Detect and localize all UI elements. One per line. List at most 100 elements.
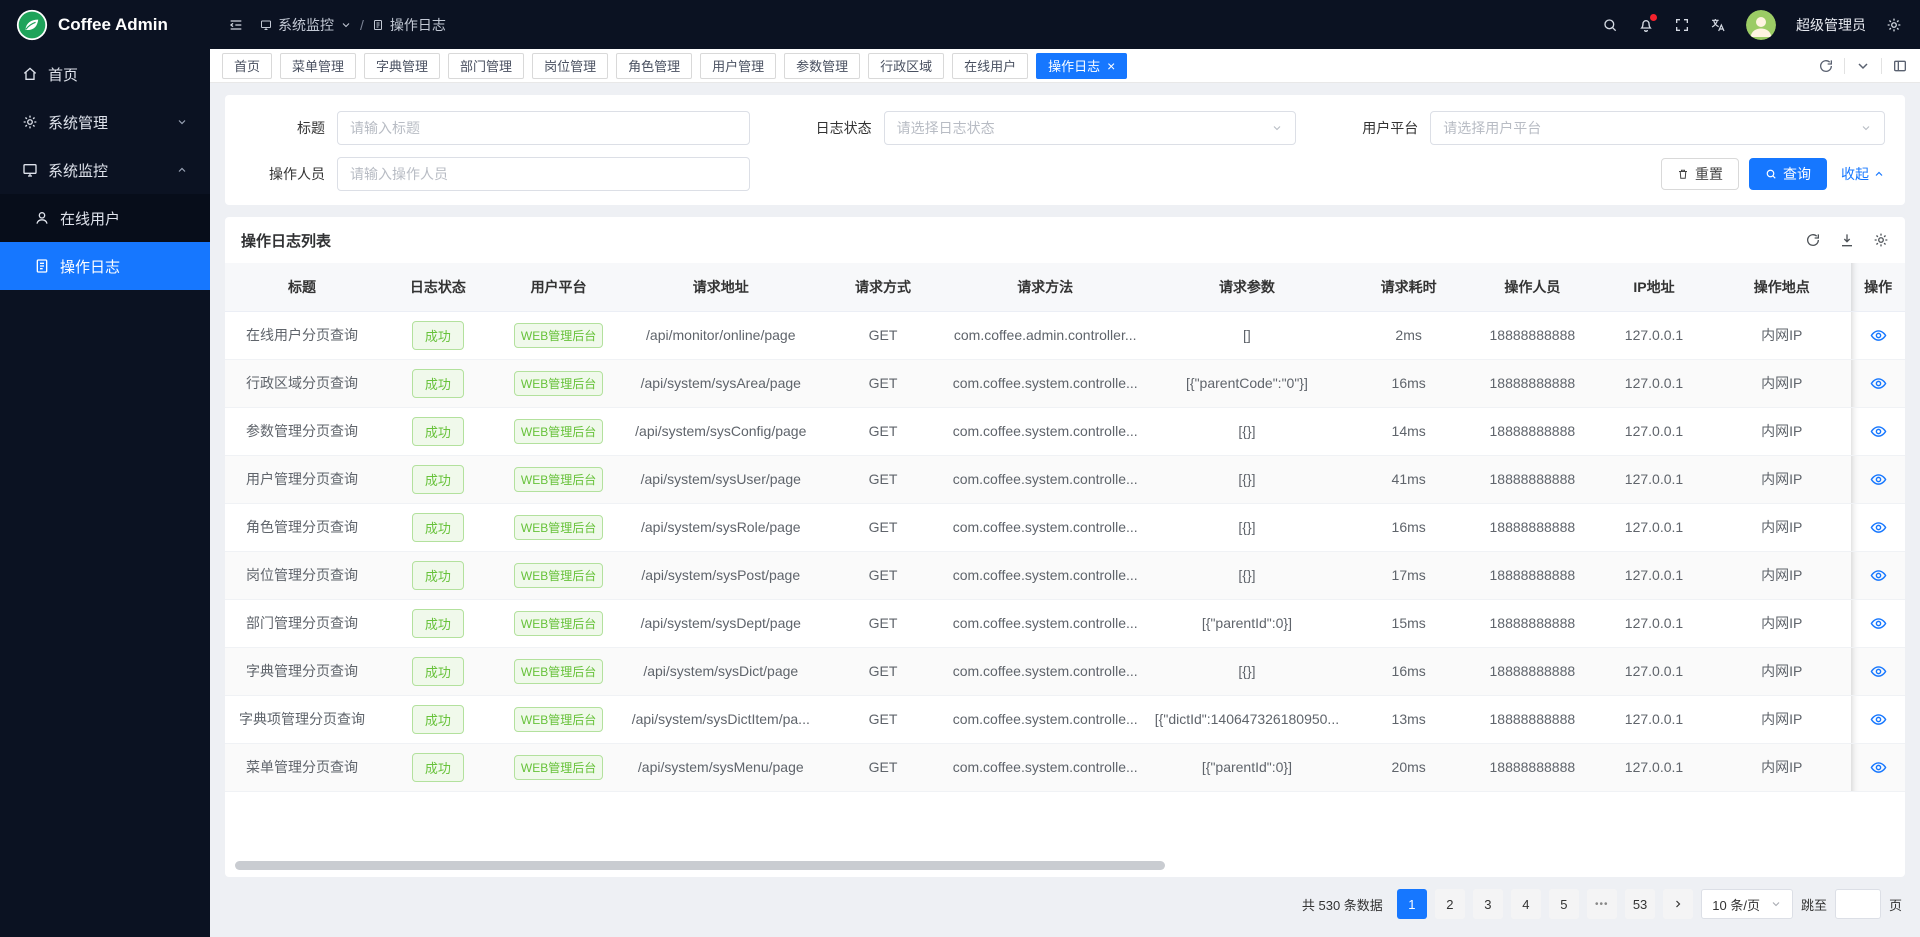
tab-行政区域[interactable]: 行政区域 [868, 53, 944, 79]
settings-gear-icon[interactable] [1886, 17, 1902, 33]
fullscreen-icon[interactable] [1674, 17, 1690, 33]
page-button-53[interactable]: 53 [1625, 889, 1655, 919]
cell-url: /api/system/sysUser/page [620, 455, 821, 503]
platform-select[interactable]: 请选择用户平台 [1430, 111, 1885, 145]
cell-platform: WEB管理后台 [497, 455, 621, 503]
cell-duration: 2ms [1348, 311, 1469, 359]
view-detail-eye-icon[interactable] [1870, 711, 1887, 728]
sidebar-item-op-logs[interactable]: 操作日志 [0, 242, 210, 290]
export-icon[interactable] [1839, 232, 1855, 248]
app-logo[interactable]: Coffee Admin [0, 0, 210, 50]
refresh-icon[interactable] [1818, 58, 1834, 74]
breadcrumb: 系统监控 / 操作日志 [260, 15, 446, 35]
breadcrumb-parent[interactable]: 系统监控 [260, 15, 352, 35]
view-detail-eye-icon[interactable] [1870, 519, 1887, 536]
view-detail-eye-icon[interactable] [1870, 375, 1887, 392]
page-button-2[interactable]: 2 [1435, 889, 1465, 919]
cell-ip: 127.0.0.1 [1596, 743, 1713, 791]
chevron-down-icon [1271, 122, 1283, 134]
scrollbar-thumb[interactable] [235, 861, 1165, 870]
page-ellipsis[interactable]: ••• [1587, 889, 1617, 919]
cell-method: GET [821, 743, 945, 791]
avatar[interactable] [1746, 10, 1776, 40]
sidebar-item-system-mgmt[interactable]: 系统管理 [0, 98, 210, 146]
horizontal-scrollbar[interactable] [235, 861, 1895, 871]
column-settings-gear-icon[interactable] [1873, 232, 1889, 248]
view-detail-eye-icon[interactable] [1870, 567, 1887, 584]
cell-platform: WEB管理后台 [497, 599, 621, 647]
platform-badge: WEB管理后台 [514, 755, 603, 780]
sidebar-submenu: 在线用户 操作日志 [0, 194, 210, 290]
next-page-button[interactable] [1663, 889, 1693, 919]
chevron-down-icon[interactable] [1855, 58, 1871, 74]
user-icon [34, 210, 50, 226]
view-detail-eye-icon[interactable] [1870, 759, 1887, 776]
cell-operator: 18888888888 [1469, 647, 1596, 695]
jump-page-input[interactable] [1835, 889, 1881, 919]
cell-actions [1851, 599, 1905, 647]
cell-duration: 14ms [1348, 407, 1469, 455]
table-card-header: 操作日志列表 [225, 217, 1905, 263]
view-detail-eye-icon[interactable] [1870, 423, 1887, 440]
cell-url: /api/system/sysDict/page [620, 647, 821, 695]
tab-首页[interactable]: 首页 [222, 53, 272, 79]
layout-panel-icon[interactable] [1892, 58, 1908, 74]
cell-method: GET [821, 551, 945, 599]
view-detail-eye-icon[interactable] [1870, 471, 1887, 488]
page-button-4[interactable]: 4 [1511, 889, 1541, 919]
sidebar-item-home[interactable]: 首页 [0, 50, 210, 98]
cell-handler: com.coffee.system.controlle... [945, 455, 1146, 503]
title-input[interactable] [337, 111, 750, 145]
query-button[interactable]: 查询 [1749, 158, 1827, 190]
tab-岗位管理[interactable]: 岗位管理 [532, 53, 608, 79]
cell-duration: 13ms [1348, 695, 1469, 743]
tab-字典管理[interactable]: 字典管理 [364, 53, 440, 79]
cell-params: [{"dictId":140647326180950... [1146, 695, 1349, 743]
view-detail-eye-icon[interactable] [1870, 615, 1887, 632]
jump-suffix-label: 页 [1889, 895, 1902, 914]
page-button-1[interactable]: 1 [1397, 889, 1427, 919]
document-icon [34, 258, 50, 274]
cell-status: 成功 [379, 407, 497, 455]
tab-操作日志[interactable]: 操作日志× [1036, 53, 1127, 79]
cell-handler: com.coffee.system.controlle... [945, 503, 1146, 551]
tab-部门管理[interactable]: 部门管理 [448, 53, 524, 79]
page-button-5[interactable]: 5 [1549, 889, 1579, 919]
cell-operator: 18888888888 [1469, 503, 1596, 551]
cell-handler: com.coffee.system.controlle... [945, 695, 1146, 743]
cell-actions [1851, 551, 1905, 599]
cell-duration: 16ms [1348, 359, 1469, 407]
operator-input[interactable] [337, 157, 750, 191]
search-icon[interactable] [1602, 17, 1618, 33]
tab-角色管理[interactable]: 角色管理 [616, 53, 692, 79]
cell-status: 成功 [379, 599, 497, 647]
notification-bell[interactable] [1638, 17, 1654, 33]
sidebar-item-system-monitor[interactable]: 系统监控 [0, 146, 210, 194]
collapse-link[interactable]: 收起 [1841, 164, 1885, 184]
reset-button[interactable]: 重置 [1661, 158, 1739, 190]
tab-菜单管理[interactable]: 菜单管理 [280, 53, 356, 79]
notification-dot [1650, 14, 1657, 21]
view-detail-eye-icon[interactable] [1870, 663, 1887, 680]
cell-duration: 20ms [1348, 743, 1469, 791]
cell-handler: com.coffee.system.controlle... [945, 551, 1146, 599]
status-badge: 成功 [412, 561, 464, 590]
refresh-icon[interactable] [1805, 232, 1821, 248]
page-button-3[interactable]: 3 [1473, 889, 1503, 919]
status-select[interactable]: 请选择日志状态 [884, 111, 1297, 145]
sidebar-item-online-users[interactable]: 在线用户 [0, 194, 210, 242]
tab-参数管理[interactable]: 参数管理 [784, 53, 860, 79]
status-badge: 成功 [412, 705, 464, 734]
status-label: 日志状态 [792, 118, 872, 138]
view-detail-eye-icon[interactable] [1870, 327, 1887, 344]
menu-fold-icon[interactable] [228, 17, 244, 33]
translate-icon[interactable] [1710, 17, 1726, 33]
username[interactable]: 超级管理员 [1796, 15, 1866, 35]
tab-用户管理[interactable]: 用户管理 [700, 53, 776, 79]
page-size-select[interactable]: 10 条/页 [1701, 889, 1793, 919]
tab-bar: 首页菜单管理字典管理部门管理岗位管理角色管理用户管理参数管理行政区域在线用户操作… [210, 49, 1920, 83]
cell-method: GET [821, 647, 945, 695]
tab-在线用户[interactable]: 在线用户 [952, 53, 1028, 79]
filter-panel: 标题 日志状态 请选择日志状态 用户平台 请选择用户平台 [225, 95, 1905, 205]
tab-close-icon[interactable]: × [1107, 59, 1115, 73]
